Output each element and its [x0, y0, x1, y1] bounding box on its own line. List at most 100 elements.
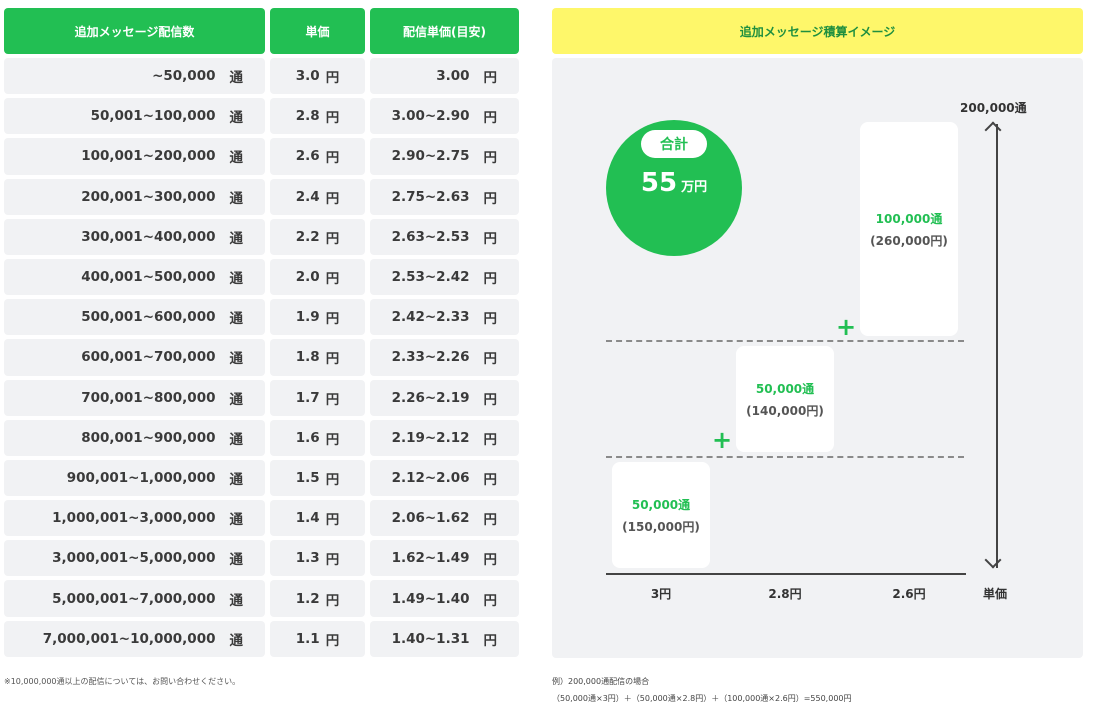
price-unit: 円 [325, 311, 340, 328]
table-row: ~50,000 通 3.0 円 3.00 円 [4, 58, 519, 95]
x-axis-label: 単価 [983, 587, 1008, 601]
price-unit: 円 [325, 351, 340, 368]
count-range: 50,001~100,000 [90, 108, 216, 125]
count-unit: 通 [229, 190, 244, 207]
estimated-price: 2.33~2.26 [391, 349, 470, 366]
tier-3-price-label: 2.6円 [892, 587, 926, 601]
table-row: 7,000,001~10,000,000 通 1.1 円 1.40~1.31 円 [4, 620, 519, 657]
tier-3-amount: (260,000円) [870, 233, 948, 248]
table-row: 200,001~300,000 通 2.4 円 2.75~2.63 円 [4, 178, 519, 215]
cell-message-count: ~50,000 通 [4, 58, 265, 95]
tier-box-1: 50,000通 (150,000円) [612, 462, 710, 568]
table-footnote: ※10,000,000通以上の配信については、お問い合わせください。 [4, 677, 241, 686]
example-title: 例）200,000通配信の場合 [552, 677, 650, 686]
estimated-price: 1.40~1.31 [391, 630, 470, 647]
count-range: 1,000,001~3,000,000 [52, 510, 216, 527]
unit-price: 2.0 [295, 269, 320, 286]
cell-unit-price: 1.5 円 [270, 459, 365, 497]
cell-message-count: 500,001~600,000 通 [4, 299, 265, 336]
price-unit: 円 [483, 431, 498, 448]
count-unit: 通 [229, 431, 244, 448]
cell-message-count: 900,001~1,000,000 通 [4, 459, 265, 497]
count-unit: 通 [229, 150, 244, 167]
cell-unit-price: 1.3 円 [270, 540, 365, 577]
estimated-price: 2.90~2.75 [391, 148, 470, 165]
estimated-price: 2.26~2.19 [391, 389, 470, 406]
cell-unit-price: 1.6 円 [270, 419, 365, 456]
count-unit: 通 [229, 391, 244, 408]
price-unit: 円 [325, 431, 340, 448]
count-range: 900,001~1,000,000 [66, 469, 216, 486]
tier-3-count: 100,000通 [875, 211, 943, 226]
unit-price: 1.5 [295, 469, 320, 486]
count-range: 5,000,001~7,000,000 [52, 590, 216, 607]
table-body: ~50,000 通 3.0 円 3.00 円 50,001~100,000 通 2.8 円 3.00… [4, 58, 519, 657]
price-unit: 円 [325, 110, 340, 127]
count-unit: 通 [229, 271, 244, 288]
table-row: 5,000,001~7,000,000 通 1.2 円 1.49~1.40 円 [4, 580, 519, 617]
table-row: 600,001~700,000 通 1.8 円 2.33~2.26 円 [4, 339, 519, 376]
unit-price: 1.1 [295, 630, 320, 647]
price-unit: 円 [483, 70, 498, 87]
unit-price: 1.6 [295, 429, 320, 446]
cell-message-count: 1,000,001~3,000,000 通 [4, 500, 265, 537]
price-unit: 円 [483, 190, 498, 207]
price-unit: 円 [325, 471, 340, 488]
count-range: 500,001~600,000 [81, 309, 216, 326]
price-unit: 円 [325, 632, 340, 649]
price-unit: 円 [325, 230, 340, 247]
cell-unit-price: 1.8 円 [270, 339, 365, 376]
tier-2-count: 50,000通 [755, 381, 815, 396]
price-unit: 円 [483, 110, 498, 127]
total-amount: 55 万円 [606, 168, 742, 198]
total-value: 55 [640, 168, 678, 198]
price-unit: 円 [483, 512, 498, 529]
tier-2-amount: (140,000円) [746, 403, 824, 418]
count-unit: 通 [229, 592, 244, 609]
cell-estimated-price: 2.90~2.75 円 [370, 138, 519, 175]
count-range: 600,001~700,000 [81, 349, 216, 366]
table-row: 500,001~600,000 通 1.9 円 2.42~2.33 円 [4, 299, 519, 336]
count-unit: 通 [229, 230, 244, 247]
cell-unit-price: 1.4 円 [270, 500, 365, 537]
tier-1-count: 50,000通 [631, 497, 691, 512]
estimated-price: 3.00~2.90 [391, 108, 470, 125]
estimated-price: 2.63~2.53 [391, 228, 470, 245]
estimated-price: 2.06~1.62 [391, 510, 470, 527]
cell-estimated-price: 2.63~2.53 円 [370, 218, 519, 255]
cell-message-count: 7,000,001~10,000,000 通 [4, 620, 265, 657]
cell-message-count: 700,001~800,000 通 [4, 379, 265, 416]
price-unit: 円 [325, 190, 340, 207]
price-unit: 円 [325, 70, 340, 87]
header-unit-price: 単価 [270, 8, 365, 54]
cell-estimated-price: 3.00~2.90 円 [370, 98, 519, 135]
price-unit: 円 [483, 351, 498, 368]
count-range: 100,001~200,000 [81, 148, 216, 165]
cell-message-count: 300,001~400,000 通 [4, 218, 265, 255]
cell-unit-price: 1.2 円 [270, 580, 365, 617]
count-unit: 通 [229, 110, 244, 127]
table-row: 900,001~1,000,000 通 1.5 円 2.12~2.06 円 [4, 459, 519, 497]
table-row: 300,001~400,000 通 2.2 円 2.63~2.53 円 [4, 218, 519, 255]
count-unit: 通 [229, 351, 244, 368]
cell-estimated-price: 2.33~2.26 円 [370, 339, 519, 376]
estimated-price: 1.62~1.49 [391, 550, 470, 567]
table-row: 800,001~900,000 通 1.6 円 2.19~2.12 円 [4, 419, 519, 456]
count-range: 200,001~300,000 [81, 188, 216, 205]
price-unit: 円 [483, 592, 498, 609]
header-message-count: 追加メッセージ配信数 [4, 8, 265, 54]
count-unit: 通 [229, 311, 244, 328]
total-label: 合計 [641, 130, 707, 158]
cell-message-count: 800,001~900,000 通 [4, 419, 265, 456]
cell-unit-price: 1.9 円 [270, 299, 365, 336]
estimated-price: 2.53~2.42 [391, 269, 470, 286]
count-unit: 通 [229, 70, 244, 87]
cell-estimated-price: 1.40~1.31 円 [370, 620, 519, 657]
count-range: 300,001~400,000 [81, 228, 216, 245]
table-row: 400,001~500,000 通 2.0 円 2.53~2.42 円 [4, 258, 519, 296]
unit-price: 2.4 [295, 188, 320, 205]
unit-price: 1.9 [295, 309, 320, 326]
tier-1-price-label: 3円 [650, 587, 672, 601]
cell-unit-price: 1.1 円 [270, 620, 365, 657]
unit-price: 3.0 [295, 68, 320, 85]
